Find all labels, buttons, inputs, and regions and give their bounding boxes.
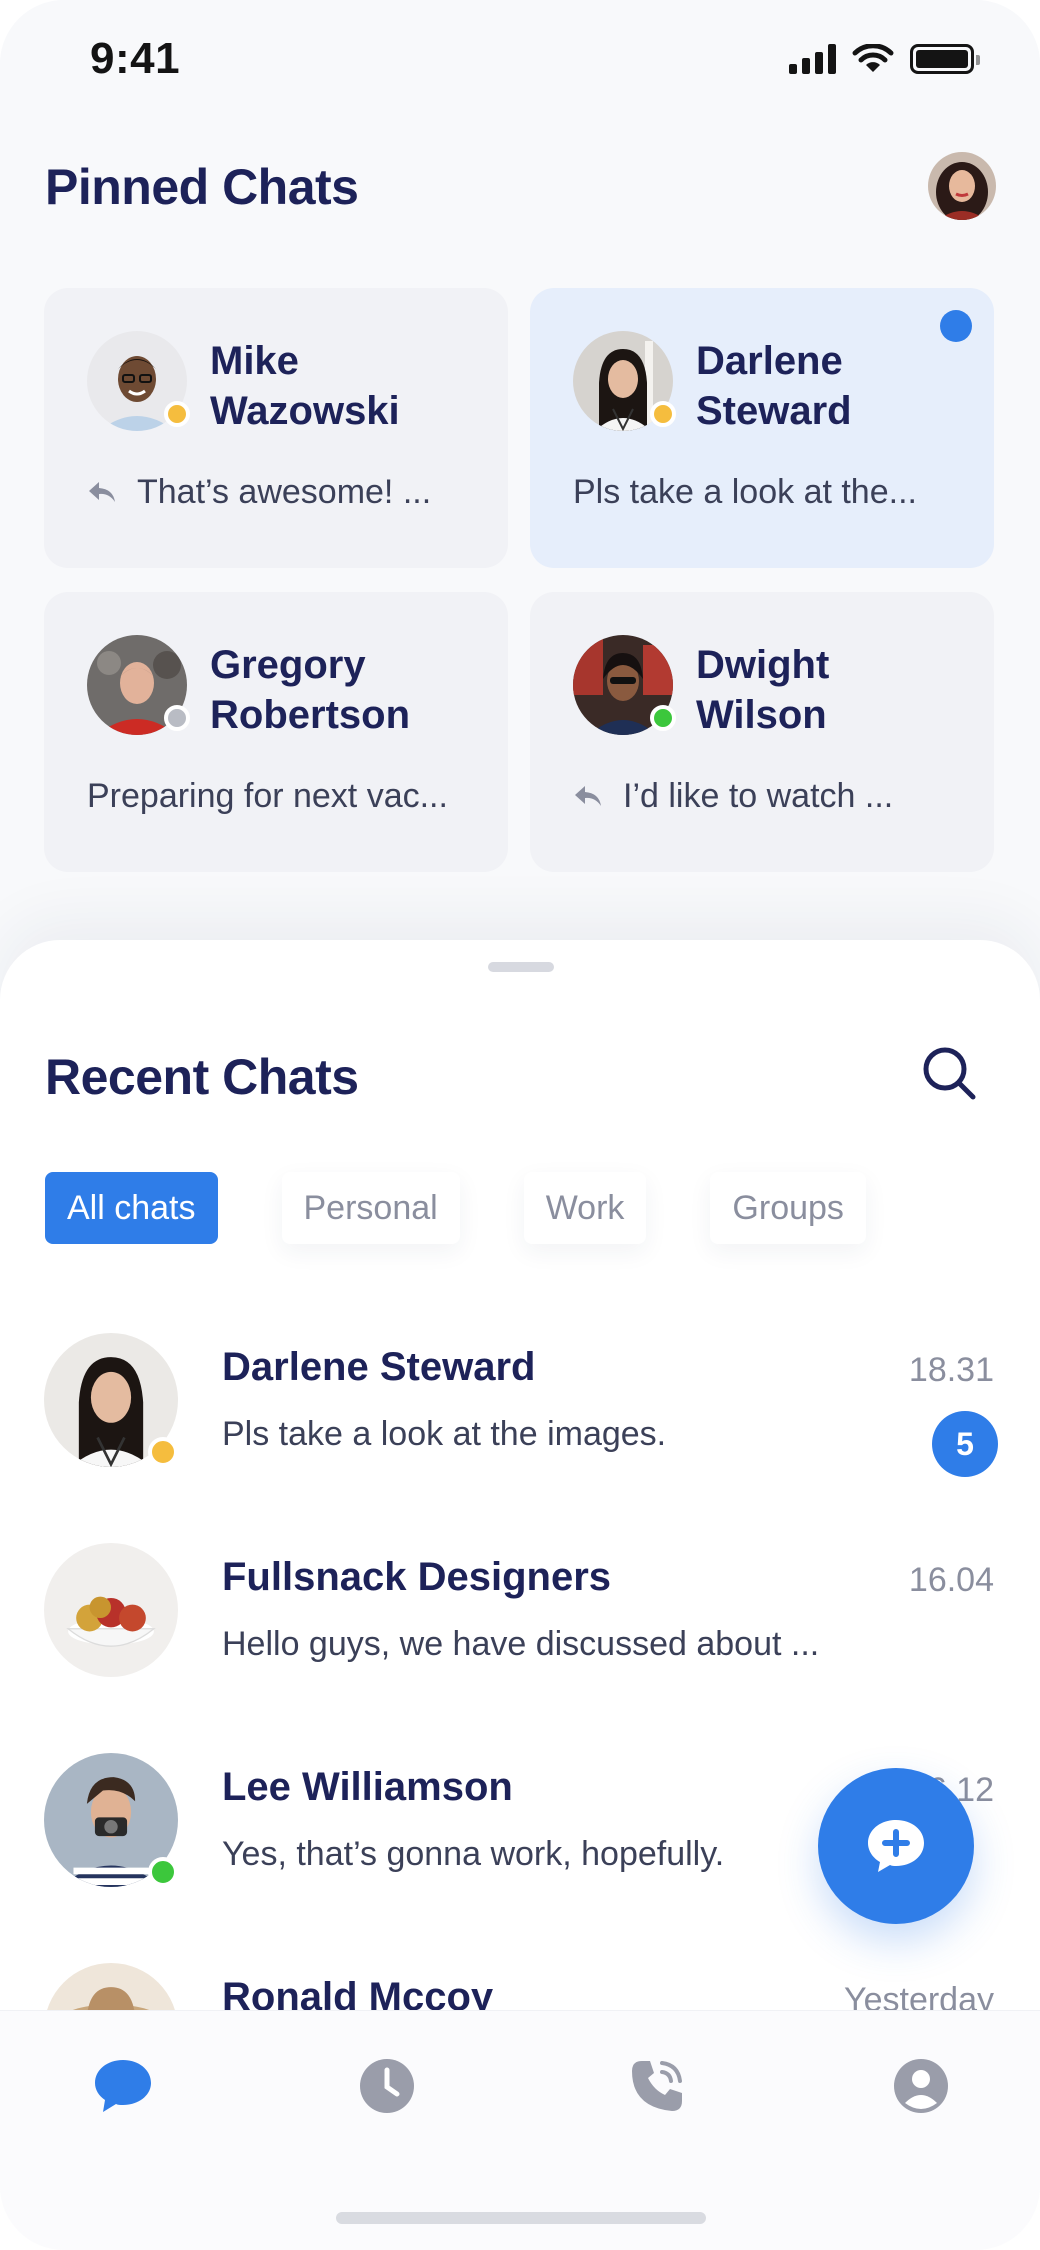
user-avatar[interactable] — [928, 152, 996, 220]
filter-chips: All chats Personal Work Groups — [45, 1172, 866, 1244]
filter-personal[interactable]: Personal — [281, 1172, 460, 1244]
presence-indicator — [650, 401, 676, 427]
presence-indicator — [164, 705, 190, 731]
status-bar: 9:41 — [0, 0, 1040, 120]
preview-text: That’s awesome! ... — [137, 473, 432, 511]
new-chat-button[interactable] — [818, 1768, 974, 1924]
search-icon — [923, 1047, 976, 1100]
reply-icon — [89, 481, 115, 502]
recent-chats-title: Recent Chats — [45, 1049, 359, 1105]
status-time: 9:41 — [90, 34, 181, 83]
filter-work[interactable]: Work — [523, 1172, 647, 1244]
pinned-card-mike-wazowski[interactable]: Mike Wazowski That’s awesome! ... — [44, 288, 508, 568]
search-button[interactable] — [916, 1040, 982, 1106]
pinned-card-gregory-robertson[interactable]: Gregory Robertson Preparing for next vac… — [44, 592, 508, 872]
pinned-chats-title: Pinned Chats — [45, 159, 359, 215]
preview-text: I’d like to watch ... — [623, 777, 894, 815]
signal-icon — [789, 44, 836, 74]
wifi-icon — [852, 44, 894, 72]
chat-row-darlene-steward[interactable]: Darlene Steward Pls take a look at the i… — [0, 1293, 1040, 1503]
chat-last-message: Pls take a look at the images. — [222, 1415, 667, 1453]
chat-name: Darlene Steward — [222, 1345, 536, 1389]
phone-icon — [632, 2061, 682, 2111]
contact-name: Dwight Wilson — [696, 643, 830, 737]
contact-name: Mike Wazowski — [210, 339, 400, 433]
chat-icon — [95, 2060, 151, 2112]
pinned-card-darlene-steward[interactable]: Darlene Steward Pls take a look at the..… — [530, 288, 994, 568]
profile-icon — [894, 2059, 948, 2113]
battery-icon — [910, 44, 980, 74]
presence-indicator — [650, 705, 676, 731]
preview-text: Pls take a look at the... — [573, 473, 917, 511]
unread-dot — [940, 310, 972, 342]
avatar — [44, 1543, 178, 1677]
preview-text: Preparing for next vac... — [87, 777, 448, 815]
sheet-grabber[interactable] — [488, 962, 554, 972]
message-preview: That’s awesome! ... — [87, 473, 431, 512]
chat-name: Fullsnack Designers — [222, 1555, 612, 1599]
chat-time: 16.04 — [908, 1561, 994, 1599]
chat-time: 18.31 — [908, 1351, 994, 1389]
pinned-card-dwight-wilson[interactable]: Dwight Wilson I’d like to watch ... — [530, 592, 994, 872]
tab-profile[interactable] — [886, 2051, 956, 2121]
contact-name: Darlene Steward — [696, 339, 852, 433]
clock-icon — [360, 2059, 414, 2113]
status-icons — [789, 44, 980, 74]
chat-last-message: Hello guys, we have discussed about ... — [222, 1625, 820, 1663]
presence-indicator — [148, 1857, 178, 1887]
chat-name: Lee Williamson — [222, 1765, 513, 1809]
message-preview: I’d like to watch ... — [573, 777, 893, 816]
filter-all-chats[interactable]: All chats — [45, 1172, 218, 1244]
presence-indicator — [148, 1437, 178, 1467]
phone-screen: 9:41 Pinned Chats Mike Wazowski That’s a… — [0, 0, 1040, 2250]
chat-last-message: Yes, that’s gonna work, hopefully. — [222, 1835, 725, 1873]
chat-row-fullsnack-designers[interactable]: Fullsnack Designers Hello guys, we have … — [0, 1503, 1040, 1713]
tab-chats[interactable] — [88, 2051, 158, 2121]
home-indicator — [336, 2212, 706, 2224]
message-preview: Pls take a look at the... — [573, 473, 917, 512]
reply-icon — [575, 785, 601, 806]
presence-indicator — [164, 401, 190, 427]
tab-calls[interactable] — [622, 2051, 692, 2121]
unread-count-badge: 5 — [932, 1411, 998, 1477]
message-preview: Preparing for next vac... — [87, 777, 448, 816]
filter-groups[interactable]: Groups — [710, 1172, 866, 1244]
new-message-icon — [868, 1820, 924, 1872]
tab-history[interactable] — [352, 2051, 422, 2121]
contact-name: Gregory Robertson — [210, 643, 410, 737]
